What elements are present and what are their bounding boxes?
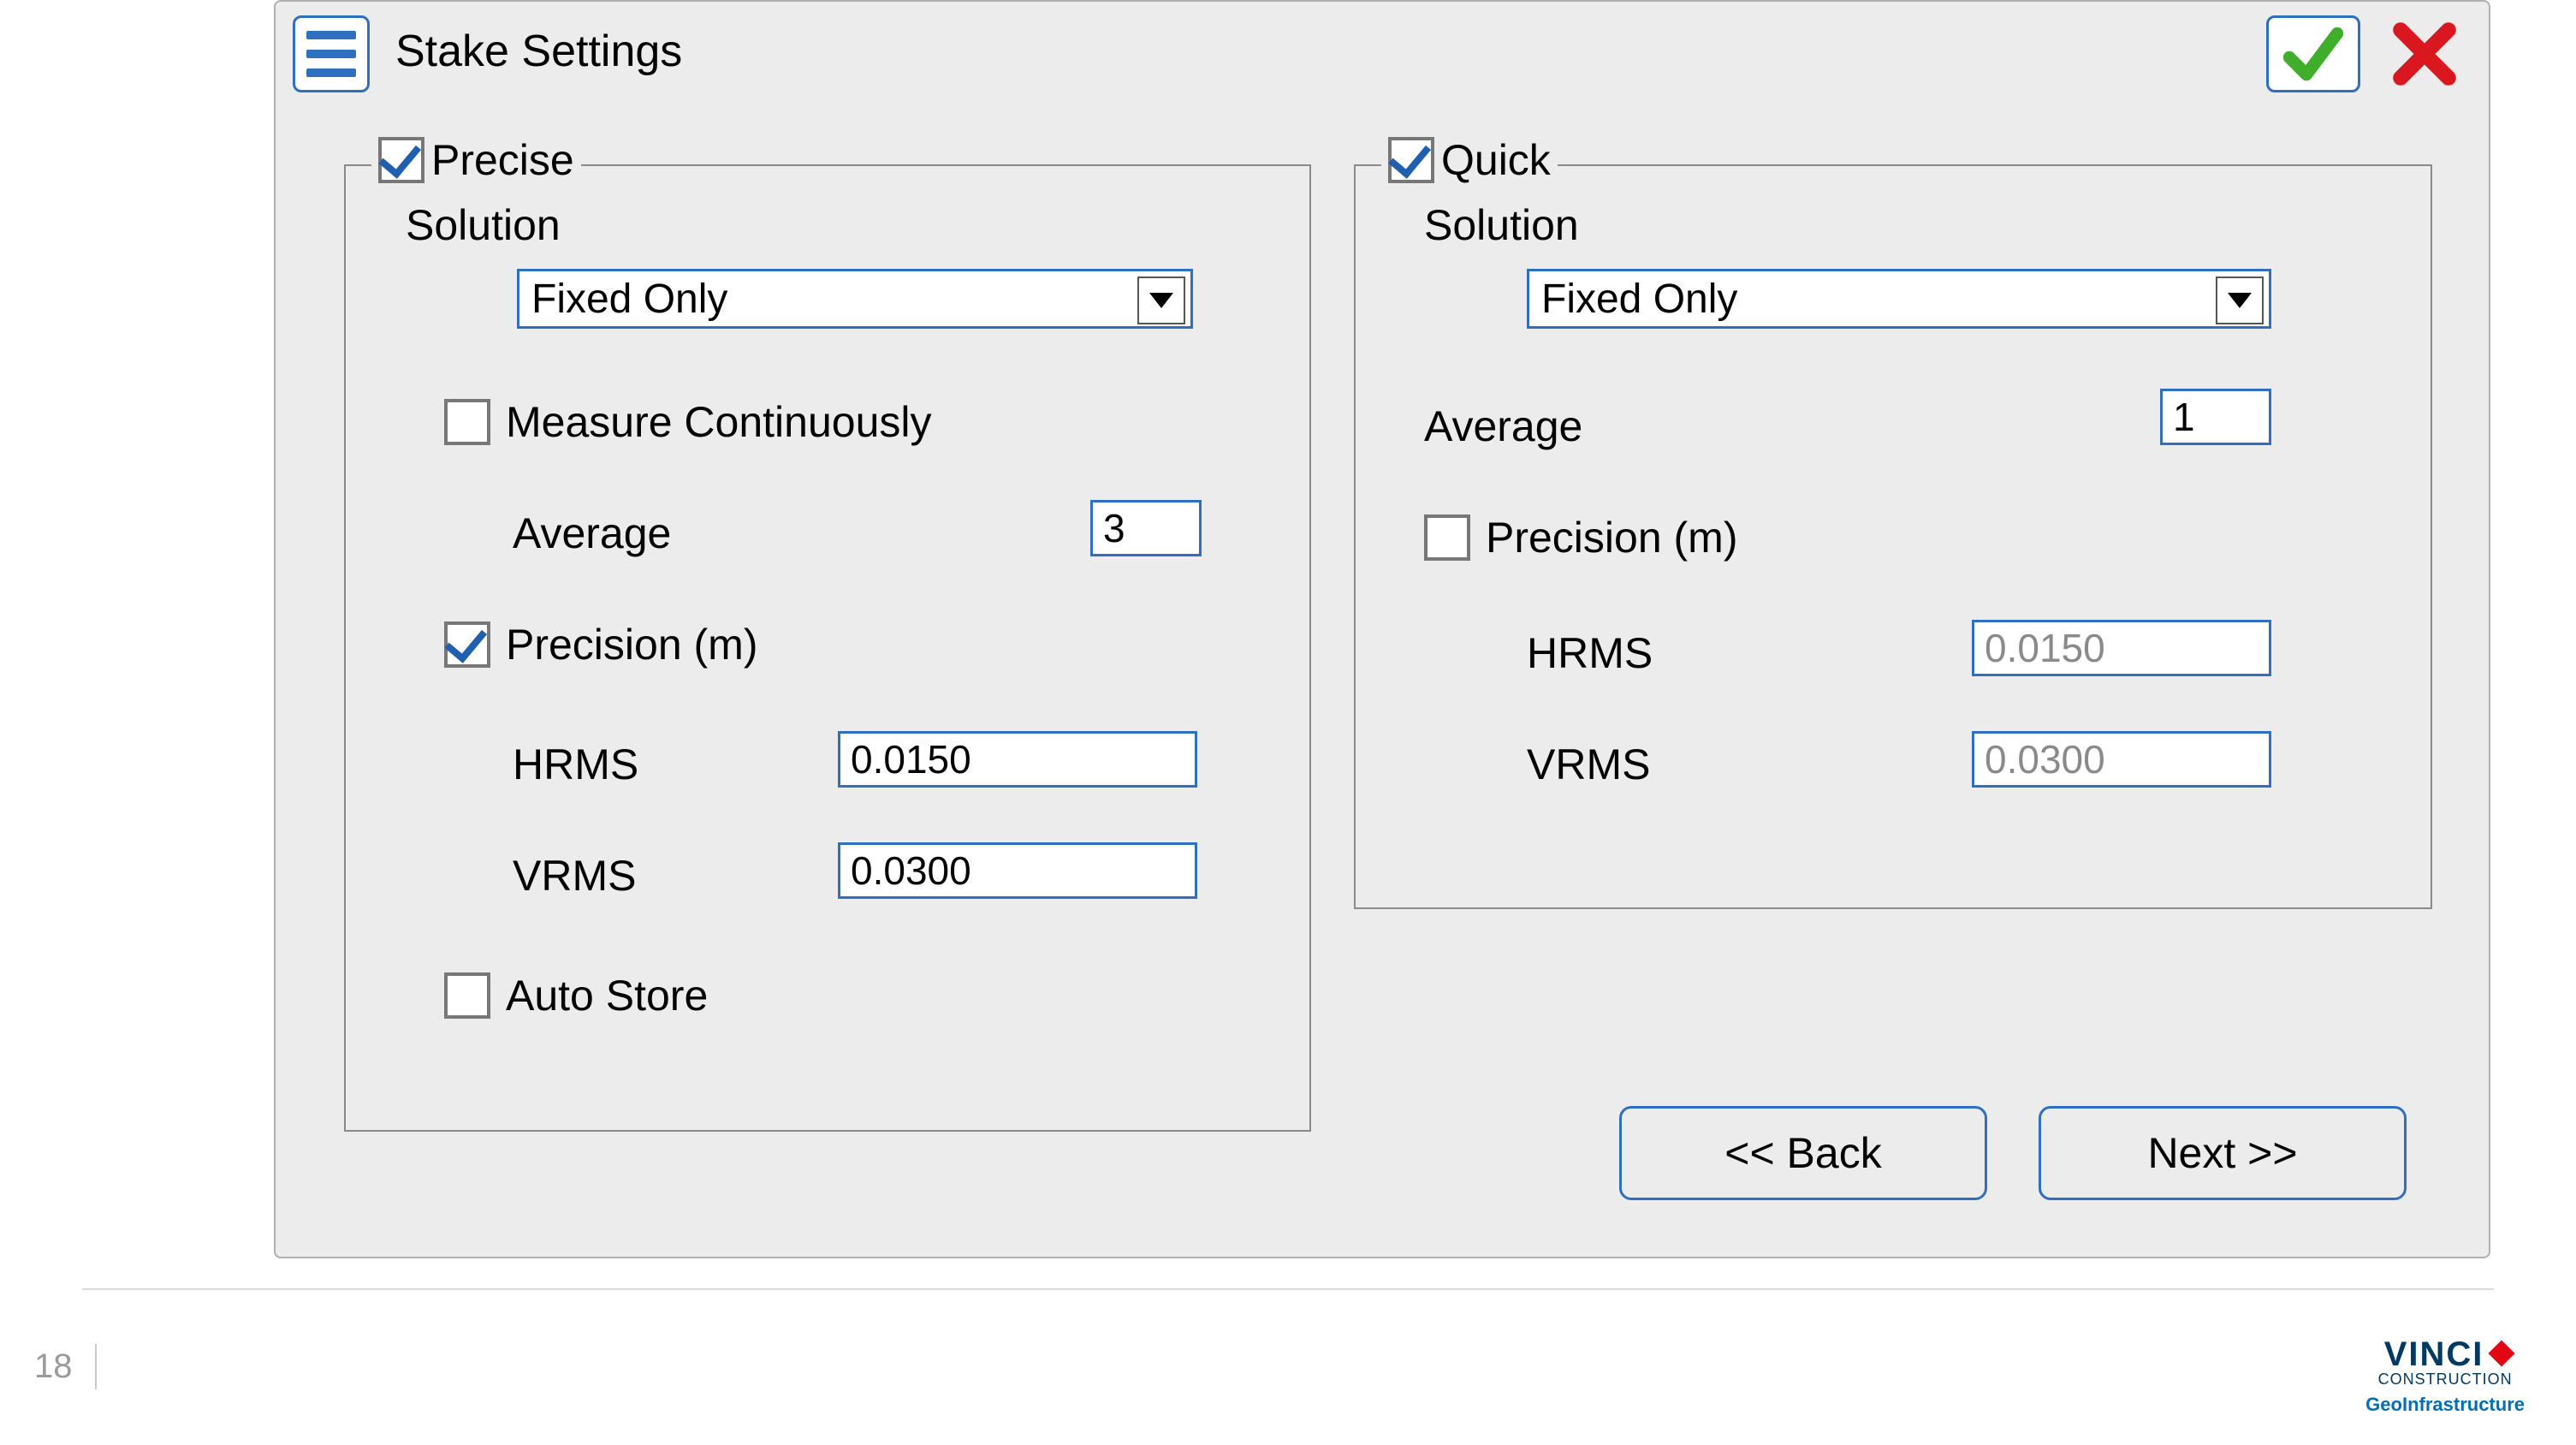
quick-vrms-label: VRMS — [1527, 740, 1650, 789]
quick-precision-label: Precision (m) — [1486, 513, 1737, 562]
quick-average-label: Average — [1424, 401, 1582, 451]
quick-precision-checkbox[interactable] — [1424, 514, 1470, 561]
back-button[interactable]: << Back — [1619, 1106, 1987, 1200]
check-icon — [2279, 20, 2347, 88]
quick-legend-label: Quick — [1441, 135, 1551, 185]
close-icon — [2390, 20, 2459, 88]
precise-enable-checkbox[interactable] — [378, 137, 424, 183]
precise-hrms-label: HRMS — [513, 740, 638, 789]
brand-icon — [2489, 1340, 2515, 1366]
precise-vrms-value: 0.0300 — [851, 847, 971, 894]
page-number: 18 — [34, 1344, 97, 1389]
back-button-label: << Back — [1724, 1128, 1881, 1178]
stake-settings-dialog: Stake Settings Precise Solution — [274, 0, 2490, 1258]
next-button[interactable]: Next >> — [2039, 1106, 2407, 1200]
footer-divider — [82, 1288, 2494, 1290]
brand-word: VINCI — [2384, 1335, 2484, 1374]
brand-sub2: GeoInfrastructure — [2365, 1394, 2525, 1416]
quick-average-input[interactable]: 1 — [2160, 389, 2271, 445]
quick-vrms-value: 0.0300 — [1985, 736, 2105, 782]
quick-hrms-label: HRMS — [1527, 628, 1653, 678]
brand-sub1: CONSTRUCTION — [2365, 1371, 2525, 1389]
precise-hrms-input[interactable]: 0.0150 — [838, 731, 1197, 788]
precise-legend: Precise — [371, 135, 581, 185]
precise-group: Precise Solution Fixed Only Measure Cont… — [344, 164, 1311, 1132]
precise-solution-value: Fixed Only — [531, 276, 727, 323]
dialog-titlebar: Stake Settings — [276, 2, 2489, 104]
quick-hrms-input[interactable]: 0.0150 — [1972, 620, 2271, 676]
precise-average-label: Average — [513, 508, 671, 558]
precise-hrms-value: 0.0150 — [851, 736, 971, 782]
hamburger-icon — [306, 31, 356, 39]
auto-store-checkbox[interactable] — [444, 972, 490, 1019]
precise-average-input[interactable]: 3 — [1090, 500, 1202, 556]
precise-legend-label: Precise — [431, 135, 574, 185]
precise-precision-checkbox[interactable] — [444, 621, 490, 668]
quick-solution-label: Solution — [1424, 200, 1579, 250]
precise-precision-label: Precision (m) — [506, 620, 757, 669]
quick-legend: Quick — [1381, 135, 1558, 185]
quick-solution-select[interactable]: Fixed Only — [1527, 269, 2271, 329]
precise-vrms-input[interactable]: 0.0300 — [838, 842, 1197, 899]
chevron-down-icon — [2216, 277, 2264, 324]
quick-group: Quick Solution Fixed Only Average 1 Prec… — [1354, 164, 2432, 909]
quick-average-value: 1 — [2173, 394, 2195, 440]
hamburger-icon — [306, 68, 356, 77]
quick-hrms-value: 0.0150 — [1985, 625, 2105, 671]
precise-average-value: 3 — [1103, 505, 1125, 551]
next-button-label: Next >> — [2147, 1128, 2297, 1178]
quick-vrms-input[interactable]: 0.0300 — [1972, 731, 2271, 788]
quick-enable-checkbox[interactable] — [1388, 137, 1434, 183]
precise-solution-label: Solution — [406, 200, 561, 250]
precise-vrms-label: VRMS — [513, 851, 636, 901]
dialog-title: Stake Settings — [395, 26, 682, 77]
quick-solution-value: Fixed Only — [1541, 276, 1737, 323]
auto-store-label: Auto Store — [506, 971, 708, 1020]
hamburger-icon — [306, 50, 356, 58]
menu-button[interactable] — [293, 15, 370, 92]
measure-continuously-checkbox[interactable] — [444, 399, 490, 445]
cancel-button[interactable] — [2377, 15, 2472, 92]
chevron-down-icon — [1137, 277, 1185, 324]
brand-logo: VINCI CONSTRUCTION GeoInfrastructure — [2365, 1335, 2525, 1416]
measure-continuously-label: Measure Continuously — [506, 397, 932, 447]
confirm-button[interactable] — [2266, 15, 2360, 92]
precise-solution-select[interactable]: Fixed Only — [517, 269, 1193, 329]
